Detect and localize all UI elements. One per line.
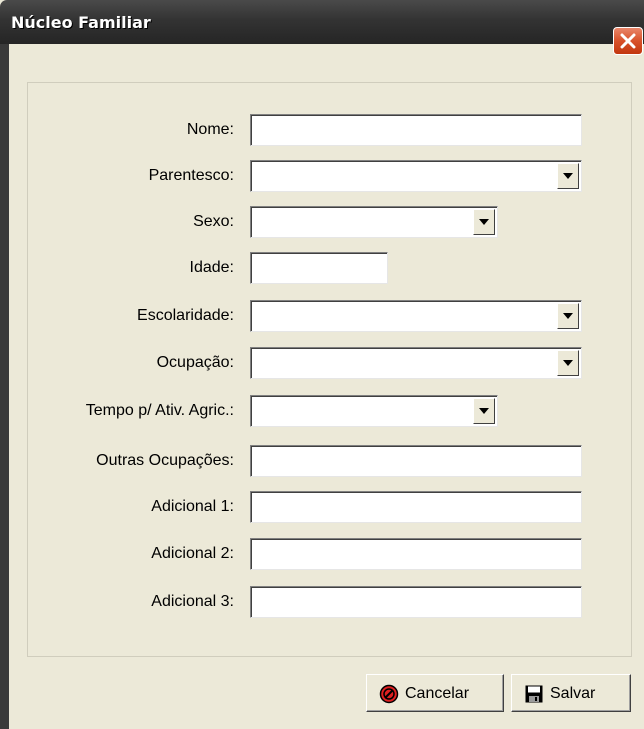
- sexo-select[interactable]: [250, 206, 498, 238]
- ocupacao-dropdown-button[interactable]: [557, 350, 579, 376]
- adicional-2-label: Adicional 2:: [151, 545, 234, 562]
- parentesco-label: Parentesco:: [148, 167, 234, 184]
- chevron-down-icon: [563, 313, 573, 319]
- floppy-disk-icon: [525, 685, 543, 703]
- cancel-icon: [379, 684, 399, 704]
- adicional-1-input[interactable]: [250, 491, 582, 523]
- chevron-down-icon: [479, 219, 489, 225]
- chevron-down-icon: [479, 408, 489, 414]
- sexo-label: Sexo:: [193, 213, 234, 230]
- idade-input[interactable]: [250, 252, 388, 284]
- window-title: Núcleo Familiar: [11, 13, 151, 32]
- cancel-button[interactable]: Cancelar: [366, 674, 504, 712]
- nome-input[interactable]: [250, 114, 582, 146]
- idade-label: Idade:: [189, 259, 234, 276]
- adicional-3-input[interactable]: [250, 586, 582, 618]
- escolaridade-label: Escolaridade:: [137, 307, 234, 324]
- close-button[interactable]: [613, 27, 643, 55]
- parentesco-select[interactable]: [250, 160, 582, 192]
- outras-ocupacoes-input[interactable]: [250, 445, 582, 477]
- tempo-ativ-agric-label: Tempo p/ Ativ. Agric.:: [85, 402, 234, 419]
- adicional-3-label: Adicional 3:: [151, 593, 234, 610]
- save-button[interactable]: Salvar: [511, 674, 631, 712]
- sexo-dropdown-button[interactable]: [473, 209, 495, 235]
- ocupacao-select[interactable]: [250, 347, 582, 379]
- ocupacao-label: Ocupação:: [156, 354, 234, 371]
- window-frame-left: [0, 44, 9, 729]
- dialog-window: Núcleo Familiar Nome: Parentesco: Sexo: …: [0, 0, 644, 729]
- parentesco-dropdown-button[interactable]: [557, 163, 579, 189]
- save-button-label: Salvar: [550, 685, 596, 702]
- adicional-2-input[interactable]: [250, 538, 582, 570]
- title-bar[interactable]: Núcleo Familiar: [0, 0, 644, 55]
- chevron-down-icon: [563, 360, 573, 366]
- adicional-1-label: Adicional 1:: [151, 498, 234, 515]
- escolaridade-select[interactable]: [250, 300, 582, 332]
- tempo-ativ-agric-select[interactable]: [250, 395, 498, 427]
- tempo-ativ-agric-dropdown-button[interactable]: [473, 398, 495, 424]
- outras-ocupacoes-label: Outras Ocupações:: [96, 452, 234, 469]
- nome-label: Nome:: [186, 121, 234, 138]
- chevron-down-icon: [563, 173, 573, 179]
- cancel-button-label: Cancelar: [405, 685, 470, 702]
- escolaridade-dropdown-button[interactable]: [557, 303, 579, 329]
- close-icon: [620, 33, 636, 49]
